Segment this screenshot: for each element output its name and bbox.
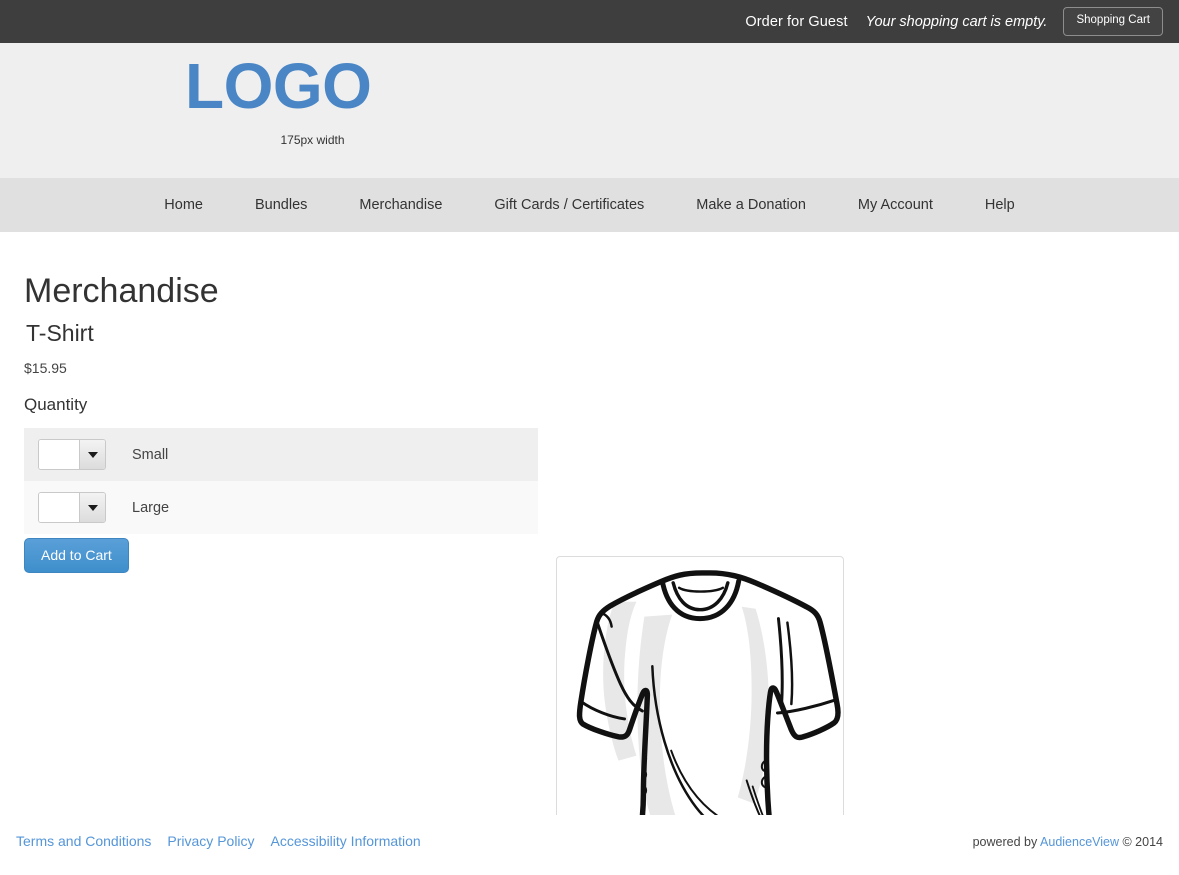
main-navigation: Home Bundles Merchandise Gift Cards / Ce… <box>0 178 1179 232</box>
quantity-select-small[interactable] <box>38 439 106 470</box>
logo-size-caption: 175px width <box>280 133 345 148</box>
footer-link-terms-and-conditions[interactable]: Terms and Conditions <box>16 833 151 849</box>
top-utility-bar: Order for Guest Your shopping cart is em… <box>0 0 1179 43</box>
nav-item-my-account[interactable]: My Account <box>832 197 959 213</box>
nav-item-merchandise[interactable]: Merchandise <box>333 197 468 213</box>
nav-item-make-a-donation[interactable]: Make a Donation <box>670 197 832 213</box>
logo-area[interactable]: LOGO 175px width <box>185 50 372 148</box>
table-row: Small <box>24 428 538 481</box>
chevron-down-icon <box>79 440 105 469</box>
add-to-cart-button[interactable]: Add to Cart <box>24 538 129 573</box>
quantity-section-label: Quantity <box>24 395 88 414</box>
logo-text: LOGO <box>185 50 372 122</box>
footer-link-privacy-policy[interactable]: Privacy Policy <box>167 833 254 849</box>
footer-links: Terms and Conditions Privacy Policy Acce… <box>16 833 421 849</box>
chevron-down-icon <box>79 493 105 522</box>
site-footer: Terms and Conditions Privacy Policy Acce… <box>0 815 1179 875</box>
powered-by-prefix: powered by <box>972 835 1041 849</box>
site-header: LOGO 175px width <box>0 43 1179 178</box>
quantity-table: Small Large <box>24 428 538 534</box>
product-price: $15.95 <box>24 360 67 376</box>
nav-item-bundles[interactable]: Bundles <box>229 197 333 213</box>
powered-by-notice: powered by AudienceView © 2014 <box>973 835 1163 849</box>
cart-status-message: Your shopping cart is empty. <box>865 13 1048 30</box>
size-label-large: Large <box>132 499 170 516</box>
shopping-cart-button[interactable]: Shopping Cart <box>1063 7 1163 36</box>
nav-item-help[interactable]: Help <box>959 197 1041 213</box>
nav-item-gift-cards[interactable]: Gift Cards / Certificates <box>468 197 670 213</box>
quantity-select-large-value <box>39 493 79 522</box>
footer-link-accessibility-information[interactable]: Accessibility Information <box>271 833 421 849</box>
product-name: T-Shirt <box>26 320 94 346</box>
quantity-select-large[interactable] <box>38 492 106 523</box>
main-content: Merchandise T-Shirt $15.95 Quantity Smal… <box>0 232 1179 861</box>
table-row: Large <box>24 481 538 534</box>
nav-item-home[interactable]: Home <box>138 197 229 213</box>
size-label-small: Small <box>132 446 169 463</box>
order-for-label: Order for Guest <box>745 13 848 30</box>
audienceview-link[interactable]: AudienceView <box>1040 835 1119 849</box>
copyright-year: © 2014 <box>1119 835 1164 849</box>
quantity-select-small-value <box>39 440 79 469</box>
page-title: Merchandise <box>24 272 219 310</box>
